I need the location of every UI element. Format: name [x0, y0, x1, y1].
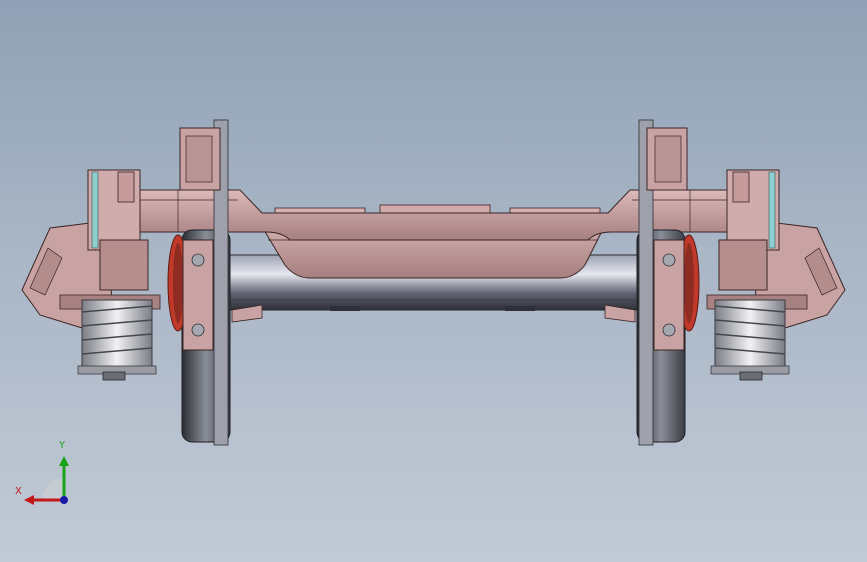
left-coil-spring[interactable] [77, 299, 157, 381]
triad-graphic [24, 456, 69, 505]
z-origin-icon [60, 496, 68, 504]
graphics-viewport[interactable]: Y X [0, 0, 867, 562]
x-arrow-icon [24, 495, 34, 505]
bogie-assembly-model[interactable] [0, 0, 867, 562]
right-coil-spring[interactable] [710, 299, 790, 381]
y-arrow-icon [59, 456, 69, 466]
triad-x-label: X [15, 486, 22, 497]
left-brake-disc[interactable] [167, 234, 214, 351]
right-brake-disc[interactable] [653, 234, 700, 351]
triad-y-label: Y [59, 440, 66, 451]
axis-triad: Y X [12, 440, 76, 510]
